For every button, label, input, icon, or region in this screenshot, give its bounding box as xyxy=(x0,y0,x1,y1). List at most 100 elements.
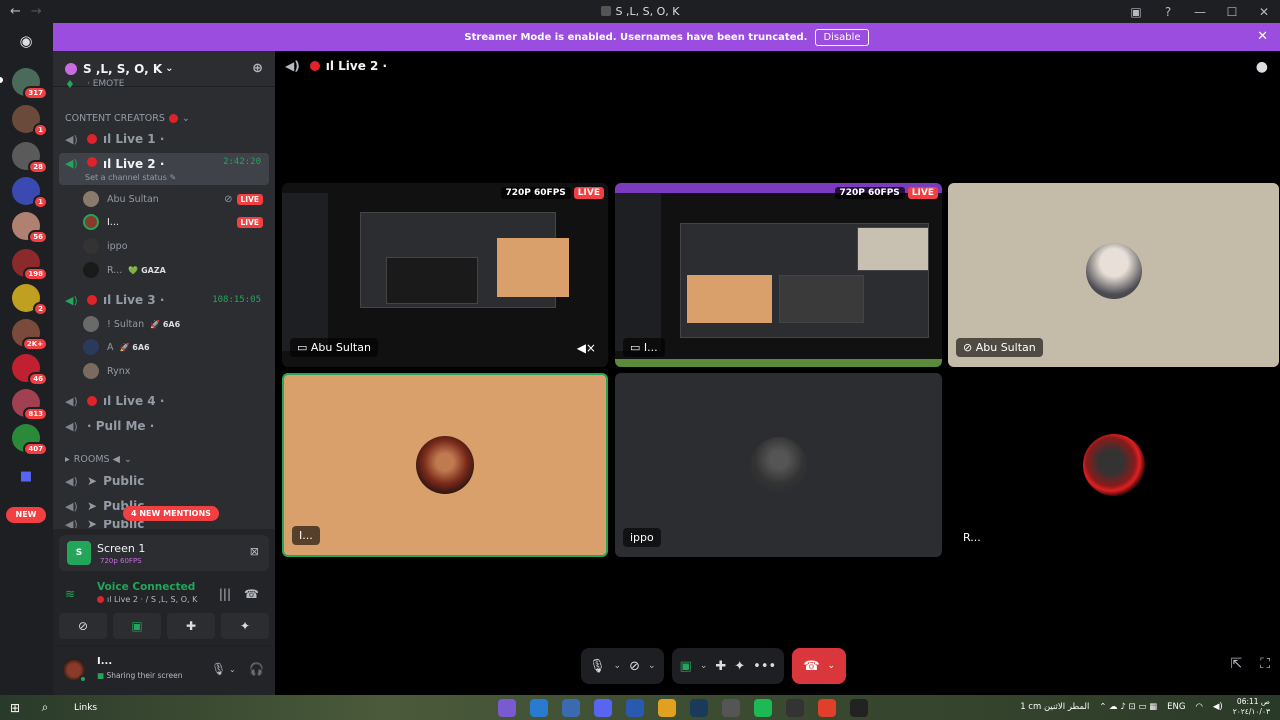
activities-icon[interactable]: ✚ xyxy=(167,613,215,639)
server-icon-10[interactable]: 813 xyxy=(12,389,48,421)
voice-user[interactable]: Rynx xyxy=(83,360,269,382)
speaker-icon[interactable]: ◀) xyxy=(1213,702,1223,712)
share-screen-icon[interactable]: ▣ xyxy=(113,613,161,639)
close-window-button[interactable]: ✕ xyxy=(1248,5,1280,19)
server-icon-9[interactable]: 46 xyxy=(12,354,48,386)
edge-icon[interactable] xyxy=(530,699,548,717)
category-rooms[interactable]: ▸ ROOMS ◀ ⌄ xyxy=(65,454,132,465)
voice-channel-pullme[interactable]: ◀) · Pull Me · xyxy=(59,415,269,437)
server-icon-2[interactable]: 1 xyxy=(12,105,48,137)
fullscreen-icon[interactable]: ⛶ xyxy=(1260,656,1270,672)
server-icon-6[interactable]: 198 xyxy=(12,249,48,281)
voice-user[interactable]: A 🚀 6A6 xyxy=(83,336,269,358)
category-content-creators[interactable]: CONTENT CREATORS ⌄ xyxy=(65,113,190,124)
stream-tile[interactable]: 720P 60FPS LIVE ▭ Abu Sultan ◀× xyxy=(282,183,608,367)
voice-user[interactable]: Abu Sultan ⊘ LIVE xyxy=(83,188,269,210)
voice-channel-live4[interactable]: ◀) ıl Live 4 · xyxy=(59,390,269,412)
stop-stream-icon[interactable]: ⊠ xyxy=(250,545,259,558)
windows-start-icon[interactable]: ⊞ xyxy=(0,701,30,715)
voice-channel-live3[interactable]: ◀) ıl Live 3 · 108:15:05 xyxy=(59,289,269,311)
app-icon[interactable] xyxy=(786,699,804,717)
outlook-icon[interactable] xyxy=(626,699,644,717)
stream-tile[interactable]: 720P 60FPS LIVE ▭ I... xyxy=(615,183,942,367)
signal-icon[interactable]: ≋ xyxy=(65,587,75,601)
server-icon-7[interactable]: 2 xyxy=(12,284,48,316)
forward-arrow-icon[interactable]: → xyxy=(31,4,42,19)
voice-user[interactable]: ! Sultan 🚀 6A6 xyxy=(83,313,269,335)
steam-icon[interactable] xyxy=(690,699,708,717)
server-icon-4[interactable]: 1 xyxy=(12,177,48,209)
voice-user[interactable]: ippo xyxy=(83,235,269,257)
clock[interactable]: 06:11 ص ٢٠٢٤/١٠/٠٣ xyxy=(1233,697,1270,717)
volume-muted-icon[interactable]: ◀× xyxy=(577,341,596,355)
participant-tile[interactable]: R... xyxy=(948,373,1279,557)
more-options-icon[interactable]: ••• xyxy=(753,659,776,674)
camera-off-icon[interactable]: ⊘ xyxy=(59,613,107,639)
copilot-icon[interactable] xyxy=(498,699,516,717)
new-unreads-badge[interactable]: NEW xyxy=(6,507,46,523)
chevron-down-icon[interactable]: ⌄ xyxy=(614,661,622,671)
wifi-icon[interactable]: ◠ xyxy=(1195,702,1202,712)
chevron-down-icon[interactable]: ⌄ xyxy=(828,661,836,671)
chat-bubble-icon[interactable]: ● xyxy=(1256,59,1268,75)
search-icon[interactable]: ⌕ xyxy=(30,700,60,715)
share-screen-icon[interactable]: ▣ xyxy=(680,659,692,674)
tray-icons[interactable]: ⌃ ☁ ♪ ⊡ ▭ ▦ xyxy=(1099,702,1157,712)
discord-home-icon[interactable]: ◉ xyxy=(12,31,40,51)
voice-status[interactable]: Voice Connected xyxy=(97,581,195,593)
maximize-button[interactable]: ☐ xyxy=(1216,5,1248,19)
chrome-icon[interactable] xyxy=(658,699,676,717)
chevron-down-icon[interactable]: ⌄ xyxy=(229,665,236,674)
chevron-down-icon[interactable]: ⌄ xyxy=(700,661,708,671)
invite-people-icon[interactable]: ⊕ xyxy=(252,61,263,76)
voice-user[interactable]: I... LIVE xyxy=(83,211,269,233)
server-icon-8[interactable]: 2K+ xyxy=(12,319,48,351)
discord-icon[interactable] xyxy=(594,699,612,717)
voice-user[interactable]: R... 💚 GAZA xyxy=(83,259,269,281)
help-icon[interactable]: ? xyxy=(1152,5,1184,19)
server-icon-3[interactable]: 28 xyxy=(12,142,48,174)
disable-streamer-mode-button[interactable]: Disable xyxy=(815,28,869,46)
channel-emote[interactable]: ♦ · EMOTE xyxy=(59,78,269,90)
voice-channel-public[interactable]: ◀) ➤ Public xyxy=(59,520,269,528)
camera-off-icon[interactable]: ⊘ xyxy=(629,659,640,674)
microphone-icon[interactable]: 🎙 xyxy=(589,659,606,674)
voice-channel-link[interactable]: ıl Live 2 · / S ,L, S, O, K xyxy=(107,595,197,604)
obs-icon[interactable] xyxy=(850,699,868,717)
participant-tile[interactable]: I... xyxy=(282,373,608,557)
screen-share-card[interactable]: S Screen 1 720p 60FPS ⊠ xyxy=(59,535,269,571)
chevron-down-icon[interactable]: ⌄ xyxy=(648,661,656,671)
new-mentions-pill[interactable]: 4 NEW MENTIONS xyxy=(123,506,219,521)
spotify-icon[interactable] xyxy=(754,699,772,717)
back-arrow-icon[interactable]: ← xyxy=(10,4,21,19)
headphones-icon[interactable]: 🎧 xyxy=(249,662,264,676)
server-icon-5[interactable]: 56 xyxy=(12,212,48,244)
brave-icon[interactable] xyxy=(818,699,836,717)
store-icon[interactable] xyxy=(562,699,580,717)
channel-status[interactable]: Set a channel status ✎ xyxy=(85,173,176,182)
voice-channel-live2[interactable]: ◀) ıl Live 2 · 2:42:20 Set a channel status… xyxy=(59,153,269,185)
weather-widget[interactable]: 1 cm المطر الاثنين xyxy=(1020,702,1089,712)
minimize-button[interactable]: — xyxy=(1184,5,1216,19)
soundboard-icon[interactable]: ✦ xyxy=(221,613,269,639)
inbox-icon[interactable]: ▣ xyxy=(1120,5,1152,19)
voice-channel-public[interactable]: ◀) ➤ Public xyxy=(59,470,269,492)
close-icon[interactable]: ✕ xyxy=(1257,29,1268,44)
activities-icon[interactable]: ✚ xyxy=(715,659,726,674)
participant-tile[interactable]: ⊘ Abu Sultan xyxy=(948,183,1279,367)
app-icon[interactable] xyxy=(722,699,740,717)
disconnect-icon[interactable]: ☎ xyxy=(244,587,259,601)
microphone-icon[interactable]: 🎙 xyxy=(211,662,226,676)
noise-suppression-icon[interactable]: ||| xyxy=(219,587,231,601)
links-toolbar[interactable]: Links xyxy=(74,703,97,713)
leave-call-button[interactable]: ☎ ⌄ xyxy=(792,648,847,684)
pop-out-icon[interactable]: ⇱ xyxy=(1230,656,1242,672)
server-icon-11[interactable]: 407 xyxy=(12,424,48,456)
stream-quality-badge: 720P 60FPS xyxy=(834,187,905,199)
voice-channel-live1[interactable]: ◀) ıl Live 1 · xyxy=(59,128,269,150)
language-indicator[interactable]: ENG xyxy=(1167,702,1185,712)
soundboard-icon[interactable]: ✦ xyxy=(734,659,745,674)
server-icon-1[interactable]: 317 xyxy=(12,68,48,100)
participant-tile[interactable]: ippo xyxy=(615,373,942,557)
folder-icon[interactable]: ■ xyxy=(12,463,40,491)
